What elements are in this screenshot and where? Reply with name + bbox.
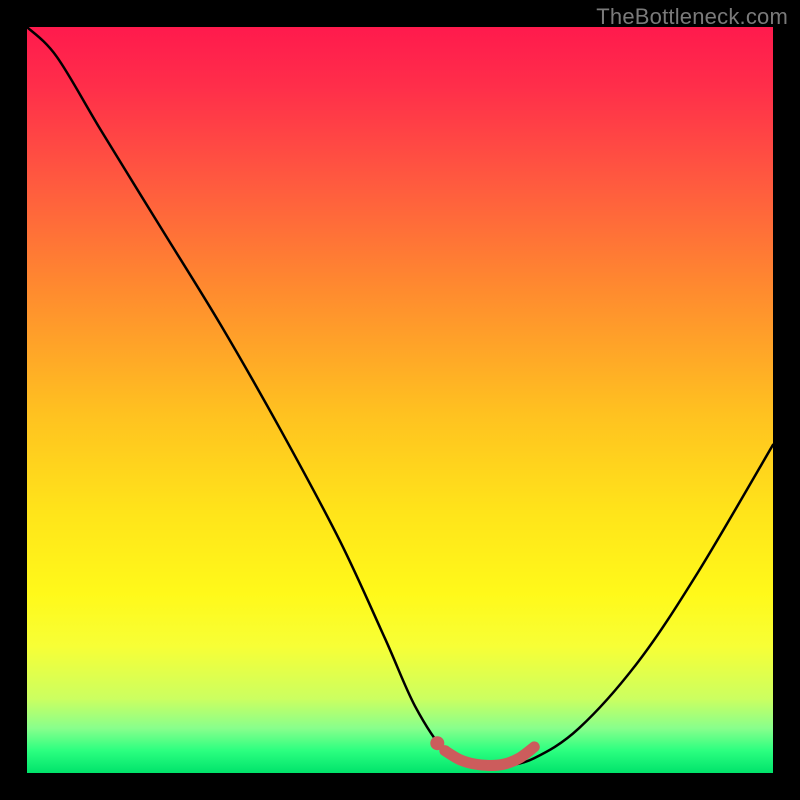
highlight-dot-icon	[430, 736, 444, 750]
chart-container: TheBottleneck.com	[0, 0, 800, 800]
bottleneck-curve	[27, 27, 773, 767]
plot-area	[27, 27, 773, 773]
chart-svg	[27, 27, 773, 773]
highlight-segment	[445, 747, 535, 766]
